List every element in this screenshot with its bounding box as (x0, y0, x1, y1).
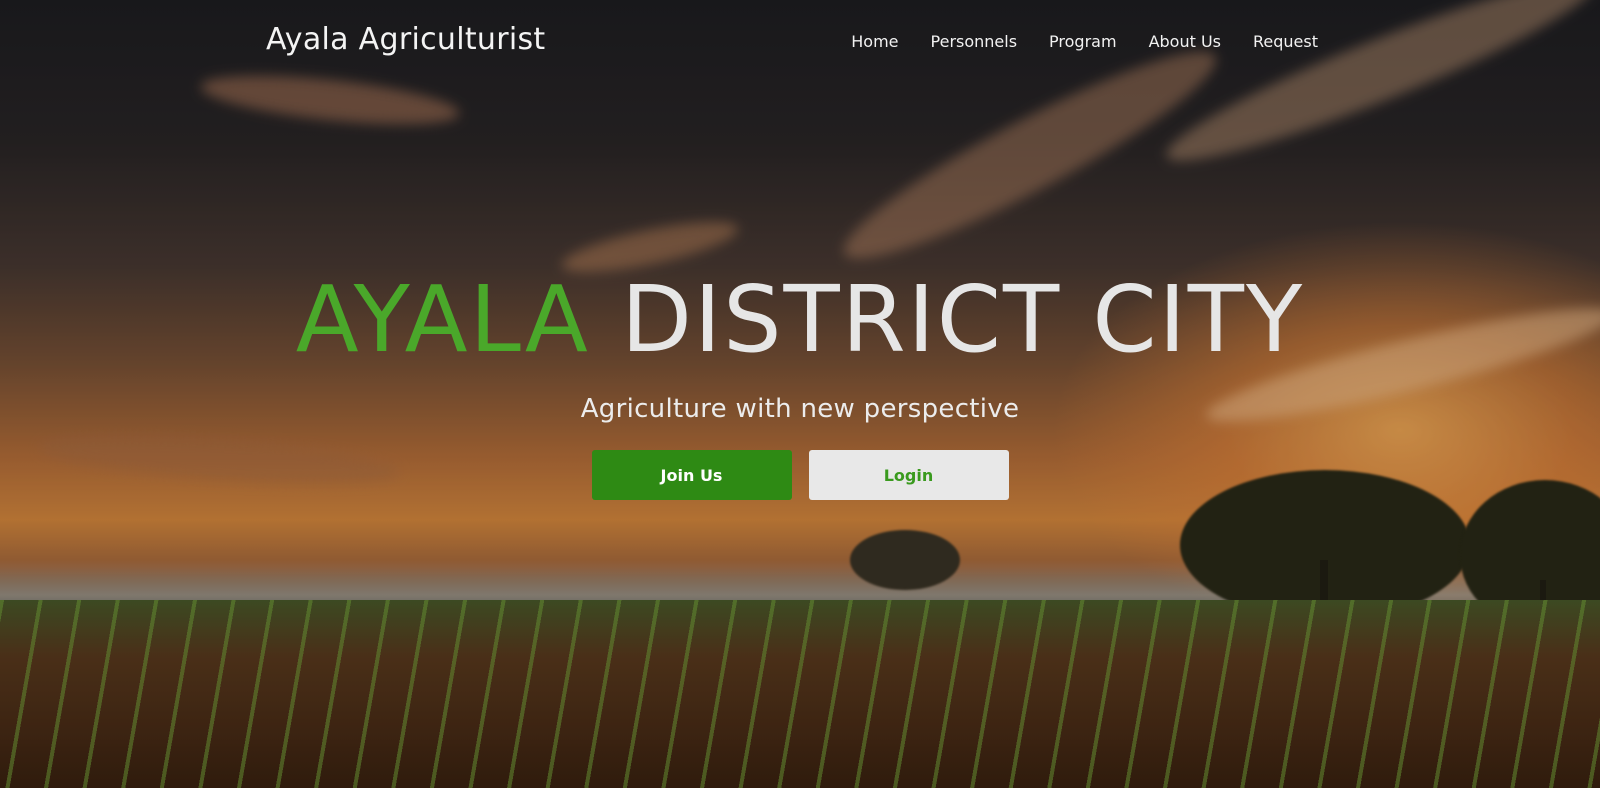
nav-item-personnels: Personnels (931, 32, 1018, 51)
nav-item-home: Home (851, 32, 898, 51)
join-us-button[interactable]: Join Us (591, 450, 792, 500)
nav-item-request: Request (1253, 32, 1318, 51)
login-button[interactable]: Login (808, 450, 1009, 500)
nav-link-request[interactable]: Request (1253, 32, 1318, 51)
headline-accent: AYALA (295, 266, 590, 373)
hero-content: AYALA DISTRICT CITY Agriculture with new… (0, 260, 1600, 500)
headline-rest: DISTRICT CITY (621, 266, 1305, 373)
nav-link-program[interactable]: Program (1049, 32, 1117, 51)
nav-item-about-us: About Us (1149, 32, 1221, 51)
top-navbar: Ayala Agriculturist Home Personnels Prog… (0, 0, 1600, 86)
nav-item-program: Program (1049, 32, 1117, 51)
nav-link-home[interactable]: Home (851, 32, 898, 51)
brand-logo[interactable]: Ayala Agriculturist (266, 22, 546, 57)
hero-buttons: Join Us Login (0, 450, 1600, 500)
hero-headline: AYALA DISTRICT CITY (0, 260, 1600, 380)
hero-tagline: Agriculture with new perspective (580, 394, 1020, 424)
nav-link-about-us[interactable]: About Us (1149, 32, 1221, 51)
hero-section: Ayala Agriculturist Home Personnels Prog… (0, 0, 1600, 788)
nav-link-personnels[interactable]: Personnels (931, 32, 1018, 51)
nav-menu: Home Personnels Program About Us Request (851, 32, 1318, 51)
